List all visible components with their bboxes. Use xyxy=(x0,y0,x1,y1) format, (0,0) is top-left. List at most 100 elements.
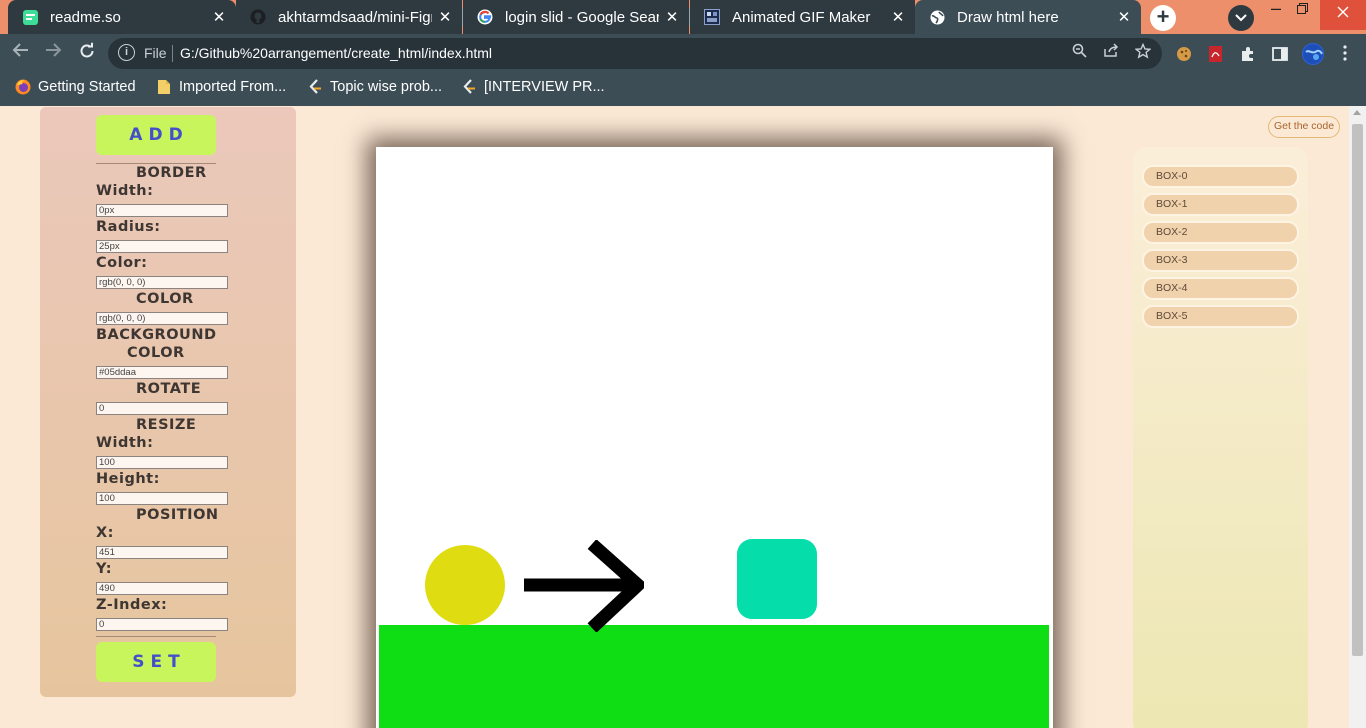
bookmark-label: Getting Started xyxy=(38,79,136,95)
border-width-label: Width: xyxy=(96,183,154,199)
color-input[interactable]: rgb(0, 0, 0) xyxy=(96,312,228,325)
border-width-input[interactable]: 0px xyxy=(96,204,228,217)
tab-draw-html[interactable]: Draw html here ✕ xyxy=(915,0,1141,34)
tab-title: akhtarmdsaad/mini-Figm xyxy=(278,8,432,26)
address-separator xyxy=(172,45,173,62)
resize-heading: RESIZE xyxy=(136,417,197,433)
layer-item-box-2[interactable]: BOX-2 xyxy=(1142,221,1299,244)
close-tab-icon[interactable]: ✕ xyxy=(1111,8,1137,26)
layer-item-box-4[interactable]: BOX-4 xyxy=(1142,277,1299,300)
canvas-arrow-shape[interactable] xyxy=(524,540,644,632)
tab-google-search[interactable]: login slid - Google Searc ✕ xyxy=(463,0,689,34)
divider xyxy=(96,636,216,637)
layer-item-box-0[interactable]: BOX-0 xyxy=(1142,165,1299,188)
background-color-input[interactable]: #05ddaa xyxy=(96,366,228,379)
border-color-input[interactable]: rgb(0, 0, 0) xyxy=(96,276,228,289)
profile-avatar[interactable] xyxy=(1302,43,1324,65)
github-icon xyxy=(250,9,266,25)
resize-height-input[interactable]: 100 xyxy=(96,492,228,505)
new-tab-button[interactable]: + xyxy=(1150,5,1176,31)
drawing-canvas[interactable] xyxy=(376,147,1053,728)
back-arrow-icon xyxy=(12,43,28,57)
z-index-label: Z-Index: xyxy=(96,597,168,613)
bookmark-star-icon[interactable] xyxy=(1132,42,1154,63)
layer-item-box-5[interactable]: BOX-5 xyxy=(1142,305,1299,328)
google-icon xyxy=(477,9,493,25)
tab-title: readme.so xyxy=(50,8,121,26)
leetcode-icon xyxy=(307,79,323,95)
canvas-box-selected[interactable] xyxy=(737,539,817,619)
border-radius-input[interactable]: 25px xyxy=(96,240,228,253)
reload-button[interactable] xyxy=(76,42,98,65)
background-heading: BACKGROUND xyxy=(96,327,217,343)
cookie-extension-icon[interactable] xyxy=(1175,45,1193,63)
rotate-heading: ROTATE xyxy=(136,381,202,397)
folder-icon xyxy=(156,79,172,95)
firefox-icon xyxy=(15,79,31,95)
share-icon[interactable] xyxy=(1100,43,1122,62)
scroll-up-arrow-icon[interactable] xyxy=(1353,110,1361,115)
close-tab-icon[interactable]: ✕ xyxy=(885,8,911,26)
set-button[interactable]: SET xyxy=(96,642,216,682)
rotate-input[interactable]: 0 xyxy=(96,402,228,415)
close-icon xyxy=(1337,6,1349,18)
add-button[interactable]: ADD xyxy=(96,115,216,155)
window-close-button[interactable] xyxy=(1320,0,1366,30)
canvas-box-circle[interactable] xyxy=(425,545,505,625)
close-tab-icon[interactable]: ✕ xyxy=(206,8,232,26)
scrollbar-thumb[interactable] xyxy=(1352,124,1363,656)
gif-maker-icon xyxy=(704,9,720,25)
tab-github[interactable]: akhtarmdsaad/mini-Figm ✕ xyxy=(236,0,462,34)
close-tab-icon[interactable]: ✕ xyxy=(659,8,685,26)
zoom-icon[interactable] xyxy=(1068,43,1090,62)
pdf-extension-icon[interactable] xyxy=(1207,45,1225,63)
minimize-button[interactable]: – xyxy=(1271,0,1281,19)
tab-title: login slid - Google Searc xyxy=(505,8,659,26)
tab-title: Animated GIF Maker xyxy=(732,8,871,26)
bookmarks-bar: Getting Started Imported From... Topic w… xyxy=(0,72,1366,106)
bookmark-label: [INTERVIEW PR... xyxy=(484,79,605,95)
border-heading: BORDER xyxy=(136,165,207,181)
bookmark-label: Topic wise prob... xyxy=(330,79,443,95)
x-input[interactable]: 451 xyxy=(96,546,228,559)
get-code-button[interactable]: Get the code xyxy=(1268,116,1340,138)
close-tab-icon[interactable]: ✕ xyxy=(432,8,458,26)
color-heading: COLOR xyxy=(136,291,194,307)
page-content: ADD BORDER Width: 0px Radius: 25px Color… xyxy=(0,106,1366,728)
background-color-heading: COLOR xyxy=(127,345,185,361)
bookmark-interview[interactable]: [INTERVIEW PR... xyxy=(461,79,605,95)
browser-toolbar: i File G:/Github%20arrangement/create_ht… xyxy=(0,34,1366,72)
more-menu-icon[interactable] xyxy=(1336,44,1354,62)
tab-search-button[interactable] xyxy=(1228,5,1254,31)
extensions-puzzle-icon[interactable] xyxy=(1239,45,1257,63)
bookmark-getting-started[interactable]: Getting Started xyxy=(15,79,136,95)
tab-strip: readme.so ✕ akhtarmdsaad/mini-Figm ✕ log… xyxy=(0,0,1366,34)
canvas-box-ground[interactable] xyxy=(379,625,1049,728)
bookmark-imported-from[interactable]: Imported From... xyxy=(156,79,286,95)
forward-button[interactable] xyxy=(42,42,64,63)
tab-readme[interactable]: readme.so ✕ xyxy=(8,0,236,34)
back-button[interactable] xyxy=(10,42,32,63)
address-url[interactable]: G:/Github%20arrangement/create_html/inde… xyxy=(180,45,492,61)
side-panel-icon[interactable] xyxy=(1271,45,1289,63)
bookmark-topic-wise[interactable]: Topic wise prob... xyxy=(307,79,442,95)
info-icon[interactable]: i xyxy=(118,44,135,61)
page-scrollbar[interactable] xyxy=(1349,106,1366,728)
layer-item-box-3[interactable]: BOX-3 xyxy=(1142,249,1299,272)
border-color-label: Color: xyxy=(96,255,148,271)
resize-width-input[interactable]: 100 xyxy=(96,456,228,469)
leetcode-icon xyxy=(461,79,477,95)
layer-item-box-1[interactable]: BOX-1 xyxy=(1142,193,1299,216)
address-bar[interactable]: i File G:/Github%20arrangement/create_ht… xyxy=(108,38,1162,69)
z-index-input[interactable]: 0 xyxy=(96,618,228,631)
resize-height-label: Height: xyxy=(96,471,160,487)
bookmark-label: Imported From... xyxy=(179,79,287,95)
layers-panel: BOX-0 BOX-1 BOX-2 BOX-3 BOX-4 BOX-5 xyxy=(1133,147,1308,728)
y-input[interactable]: 490 xyxy=(96,582,228,595)
properties-panel: ADD BORDER Width: 0px Radius: 25px Color… xyxy=(40,107,296,697)
tab-gif-maker[interactable]: Animated GIF Maker ✕ xyxy=(690,0,915,34)
position-heading: POSITION xyxy=(136,507,219,523)
forward-arrow-icon xyxy=(46,43,62,57)
restore-button[interactable] xyxy=(1297,1,1308,17)
resize-width-label: Width: xyxy=(96,435,154,451)
